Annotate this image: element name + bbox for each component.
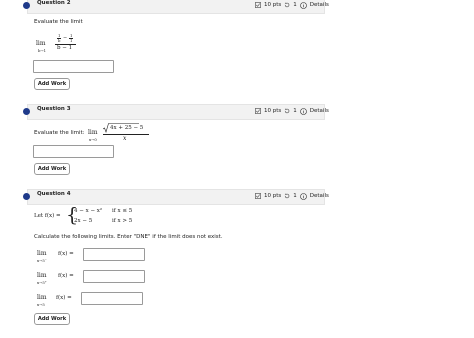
lim-subscript: b→1 bbox=[38, 48, 47, 53]
tries-count: 1 bbox=[293, 108, 297, 114]
lim-subscript-right: x→5⁺ bbox=[37, 280, 47, 285]
main-denominator: b − 1 bbox=[57, 45, 73, 51]
question-marker-icon bbox=[23, 193, 30, 200]
fraction-a-denominator: b bbox=[58, 38, 61, 43]
add-work-button[interactable]: Add Work bbox=[34, 313, 70, 325]
lim-label: lim bbox=[37, 294, 47, 301]
question-4-instruction: Calculate the following limits. Enter "D… bbox=[34, 234, 223, 240]
question-title: Question 3 bbox=[37, 106, 71, 112]
question-marker-icon bbox=[23, 108, 30, 115]
details-link[interactable]: Details bbox=[310, 193, 329, 199]
case-1-expression: 4 − x − x² bbox=[74, 208, 103, 214]
answer-input[interactable] bbox=[33, 60, 114, 73]
two-sided-limit-input[interactable] bbox=[81, 292, 143, 305]
details-link[interactable]: Details bbox=[310, 108, 329, 114]
left-limit-input[interactable] bbox=[83, 248, 145, 261]
add-work-button[interactable]: Add Work bbox=[34, 163, 70, 175]
info-icon[interactable] bbox=[299, 1, 307, 9]
fraction-denominator: x bbox=[123, 135, 127, 142]
lim-label: lim bbox=[37, 250, 47, 257]
case-2-expression: 2x − 5 bbox=[74, 218, 93, 224]
fx-label: f(x) = bbox=[56, 295, 72, 301]
question-2-prompt: Evaluate the limit bbox=[34, 19, 83, 25]
answer-input[interactable] bbox=[33, 145, 114, 158]
checkbox-icon bbox=[255, 2, 261, 8]
minus-sign: − bbox=[63, 35, 68, 41]
lim-label: lim bbox=[36, 40, 46, 47]
piecewise-definition-label: Let f(x) = bbox=[34, 213, 61, 219]
retry-icon bbox=[285, 2, 290, 8]
lim-subscript-left: x→5⁻ bbox=[37, 258, 47, 263]
question-title: Question 4 bbox=[37, 191, 71, 197]
question-title: Question 2 bbox=[37, 0, 71, 6]
fx-label: f(x) = bbox=[58, 251, 74, 257]
case-2-condition: if x > 5 bbox=[112, 218, 133, 224]
info-icon[interactable] bbox=[299, 107, 307, 115]
question-marker-icon bbox=[23, 2, 30, 9]
retry-icon bbox=[285, 193, 290, 199]
fraction-numerator: 4x + 25 − 5 bbox=[110, 125, 144, 131]
points-label: 10 pts bbox=[264, 193, 282, 199]
details-link[interactable]: Details bbox=[310, 2, 329, 8]
tries-count: 1 bbox=[293, 193, 297, 199]
question-3-prompt: Evaluate the limit: bbox=[34, 130, 85, 136]
right-limit-input[interactable] bbox=[83, 270, 145, 283]
checkbox-icon bbox=[255, 108, 261, 114]
points-label: 10 pts bbox=[264, 108, 282, 114]
lim-subscript: x→0 bbox=[89, 137, 97, 142]
lim-label: lim bbox=[37, 272, 47, 279]
case-1-condition: if x ≤ 5 bbox=[112, 208, 133, 214]
question-2-meta: 10 pts 1 Details bbox=[255, 0, 329, 10]
fraction-b-denominator: 1 bbox=[70, 38, 73, 43]
add-work-button[interactable]: Add Work bbox=[34, 78, 70, 90]
lim-subscript-two-sided: x→5 bbox=[37, 302, 45, 307]
question-4-meta: 10 pts 1 Details bbox=[255, 191, 329, 201]
fx-label: f(x) = bbox=[58, 273, 74, 279]
tries-count: 1 bbox=[293, 2, 297, 8]
checkbox-icon bbox=[255, 193, 261, 199]
retry-icon bbox=[285, 108, 290, 114]
lim-label: lim bbox=[88, 129, 98, 136]
points-label: 10 pts bbox=[264, 2, 282, 8]
info-icon[interactable] bbox=[299, 192, 307, 200]
question-3-meta: 10 pts 1 Details bbox=[255, 106, 329, 116]
